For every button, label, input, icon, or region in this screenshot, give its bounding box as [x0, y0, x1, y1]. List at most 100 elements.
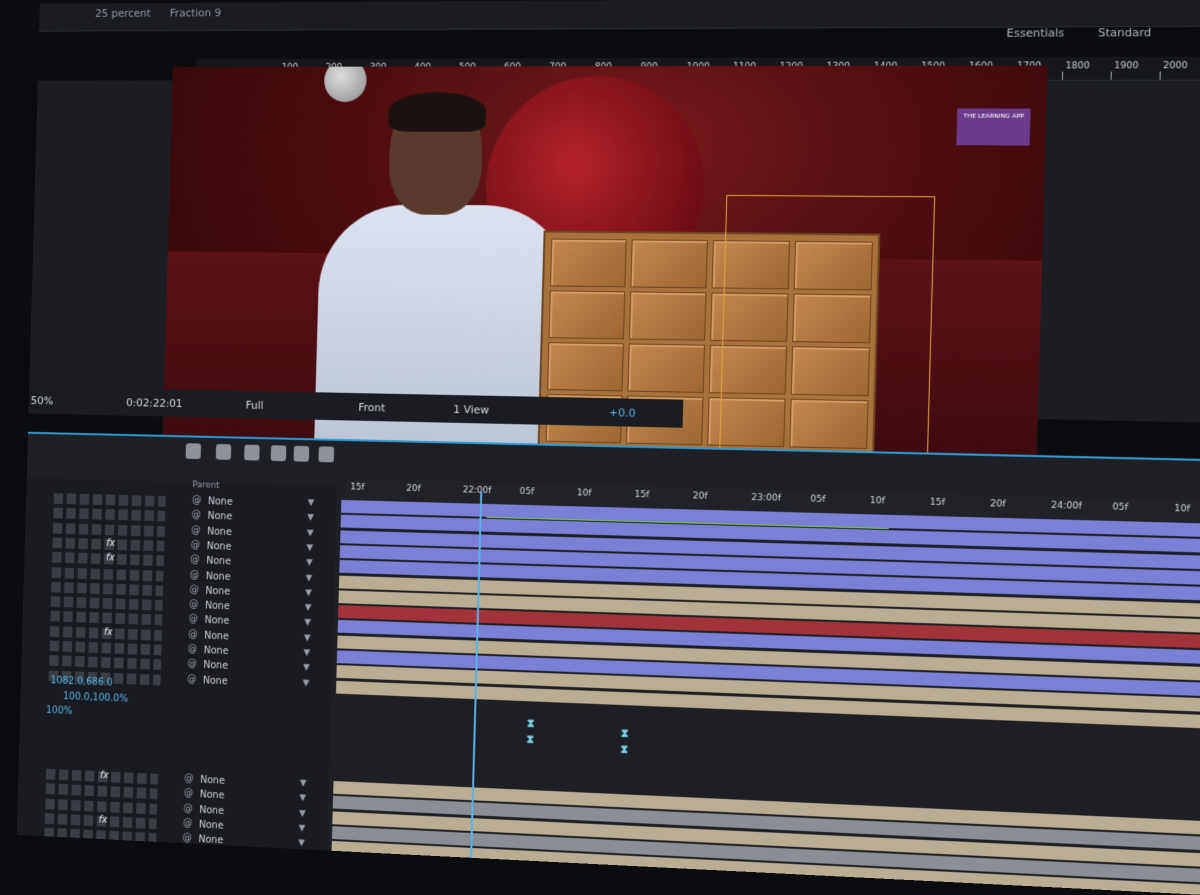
parent-select[interactable]: None — [208, 496, 233, 507]
pickwhip-icon[interactable]: @ — [191, 525, 201, 536]
layer-switches[interactable] — [50, 641, 162, 656]
layer-switches[interactable] — [54, 493, 166, 507]
resolution-select[interactable]: Full — [245, 399, 263, 412]
chevron-down-icon[interactable]: ▼ — [299, 793, 306, 803]
chevron-down-icon[interactable]: ▼ — [307, 513, 314, 523]
chevron-down-icon[interactable]: ▼ — [308, 498, 315, 508]
pickwhip-icon[interactable]: @ — [187, 659, 197, 670]
parent-select[interactable]: None — [203, 675, 228, 687]
keyframe-icon[interactable]: ⧗ — [526, 732, 534, 746]
chevron-down-icon[interactable]: ▼ — [298, 823, 305, 833]
camera-select[interactable]: Front — [358, 401, 385, 414]
shy-icon[interactable] — [244, 445, 260, 461]
parent-select[interactable]: None — [206, 556, 231, 567]
parent-select[interactable]: None — [200, 790, 225, 802]
parent-select[interactable]: None — [200, 775, 225, 787]
chevron-down-icon[interactable]: ▼ — [305, 588, 312, 598]
parent-select[interactable]: None — [199, 820, 224, 832]
pickwhip-icon[interactable]: @ — [182, 833, 192, 844]
parent-select[interactable]: None — [207, 526, 232, 537]
keyframe-icon[interactable]: ⧗ — [620, 742, 628, 756]
draft-3d-icon[interactable] — [216, 444, 232, 460]
layer-switches[interactable] — [51, 596, 163, 611]
parent-select[interactable]: None — [198, 834, 223, 846]
parent-select[interactable]: None — [204, 645, 229, 657]
layer-switches[interactable] — [53, 523, 165, 537]
chevron-down-icon[interactable]: ▼ — [303, 678, 310, 688]
chevron-down-icon[interactable]: ▼ — [303, 663, 310, 673]
keyframe-icon[interactable]: ⧗ — [527, 716, 535, 730]
resolution-label[interactable]: Fraction 9 — [170, 7, 222, 20]
chevron-down-icon[interactable]: ▼ — [298, 838, 305, 848]
workspace-essentials[interactable]: Essentials — [1006, 26, 1064, 49]
pickwhip-icon[interactable]: @ — [190, 569, 200, 580]
chevron-down-icon[interactable]: ▼ — [300, 778, 307, 788]
parent-select[interactable]: None — [198, 849, 223, 861]
parent-select[interactable]: None — [203, 660, 228, 672]
layer-switches[interactable] — [46, 783, 158, 799]
magnification-value[interactable]: 50% — [31, 394, 54, 407]
chevron-down-icon[interactable]: ▼ — [304, 618, 311, 628]
pickwhip-icon[interactable]: @ — [188, 644, 198, 655]
chevron-down-icon[interactable]: ▼ — [305, 603, 312, 613]
pickwhip-icon[interactable]: @ — [190, 554, 200, 565]
pickwhip-icon[interactable]: @ — [182, 848, 192, 859]
layer-row[interactable]: @ None ▼ — [17, 855, 326, 885]
pickwhip-icon[interactable]: @ — [183, 818, 193, 829]
layer-switches[interactable] — [51, 582, 163, 596]
layer-switches[interactable] — [44, 842, 156, 858]
pickwhip-icon[interactable]: @ — [189, 599, 199, 610]
parent-select[interactable]: None — [206, 571, 231, 583]
parent-select[interactable]: None — [207, 541, 232, 552]
chevron-down-icon[interactable]: ▼ — [303, 648, 310, 658]
motion-blur-icon[interactable] — [294, 446, 310, 462]
frame-blend-icon[interactable] — [271, 445, 287, 461]
chevron-down-icon[interactable]: ▼ — [298, 853, 305, 863]
views-select[interactable]: 1 View — [453, 403, 489, 417]
fx-icon[interactable]: fx — [98, 844, 107, 855]
layer-bounding-box[interactable] — [718, 195, 935, 477]
parent-select[interactable]: None — [199, 805, 224, 817]
workspace-standard[interactable]: Standard — [1098, 26, 1152, 49]
keyframe-icon[interactable]: ⧗ — [621, 726, 629, 740]
chevron-down-icon[interactable]: ▼ — [304, 633, 311, 643]
chevron-down-icon[interactable]: ▼ — [306, 558, 313, 568]
layer-switches[interactable] — [53, 508, 165, 522]
exposure-value[interactable]: +0.0 — [609, 406, 636, 420]
layer-switches[interactable] — [49, 655, 161, 670]
parent-select[interactable]: None — [205, 586, 230, 598]
pickwhip-icon[interactable]: @ — [182, 862, 192, 873]
pickwhip-icon[interactable]: @ — [191, 510, 201, 521]
parent-select[interactable]: None — [205, 601, 230, 613]
zoom-label[interactable]: 25 percent — [95, 7, 151, 20]
pickwhip-icon[interactable]: @ — [191, 540, 201, 551]
chevron-down-icon[interactable]: ▼ — [307, 528, 314, 538]
opacity-value[interactable]: 100% — [46, 705, 73, 717]
fx-icon[interactable]: fx — [106, 553, 115, 564]
graph-editor-icon[interactable] — [318, 446, 334, 462]
pickwhip-icon[interactable]: @ — [188, 629, 198, 640]
fx-icon[interactable]: fx — [104, 627, 113, 638]
chevron-down-icon[interactable]: ▼ — [306, 543, 313, 553]
pickwhip-icon[interactable]: @ — [188, 614, 198, 625]
parent-select[interactable]: None — [207, 511, 232, 522]
parent-select[interactable]: None — [197, 864, 222, 876]
pickwhip-icon[interactable]: @ — [189, 584, 199, 595]
fx-icon[interactable]: fx — [100, 770, 109, 781]
parent-select[interactable]: None — [204, 630, 229, 642]
fx-icon[interactable]: fx — [106, 538, 115, 549]
pickwhip-icon[interactable]: @ — [187, 674, 197, 685]
fx-icon[interactable]: fx — [99, 815, 108, 826]
pickwhip-icon[interactable]: @ — [184, 788, 194, 799]
pickwhip-icon[interactable]: @ — [184, 773, 194, 784]
layer-switches[interactable] — [44, 857, 156, 873]
current-time[interactable]: 0:02:22:01 — [126, 396, 183, 410]
parent-select[interactable]: None — [204, 616, 229, 628]
compose-icon[interactable] — [186, 443, 202, 459]
pickwhip-icon[interactable]: @ — [183, 803, 193, 814]
chevron-down-icon[interactable]: ▼ — [299, 808, 306, 818]
layer-switches[interactable] — [52, 567, 164, 581]
chevron-down-icon[interactable]: ▼ — [305, 573, 312, 583]
pickwhip-icon[interactable]: @ — [192, 495, 202, 506]
layer-switches[interactable] — [50, 611, 162, 626]
